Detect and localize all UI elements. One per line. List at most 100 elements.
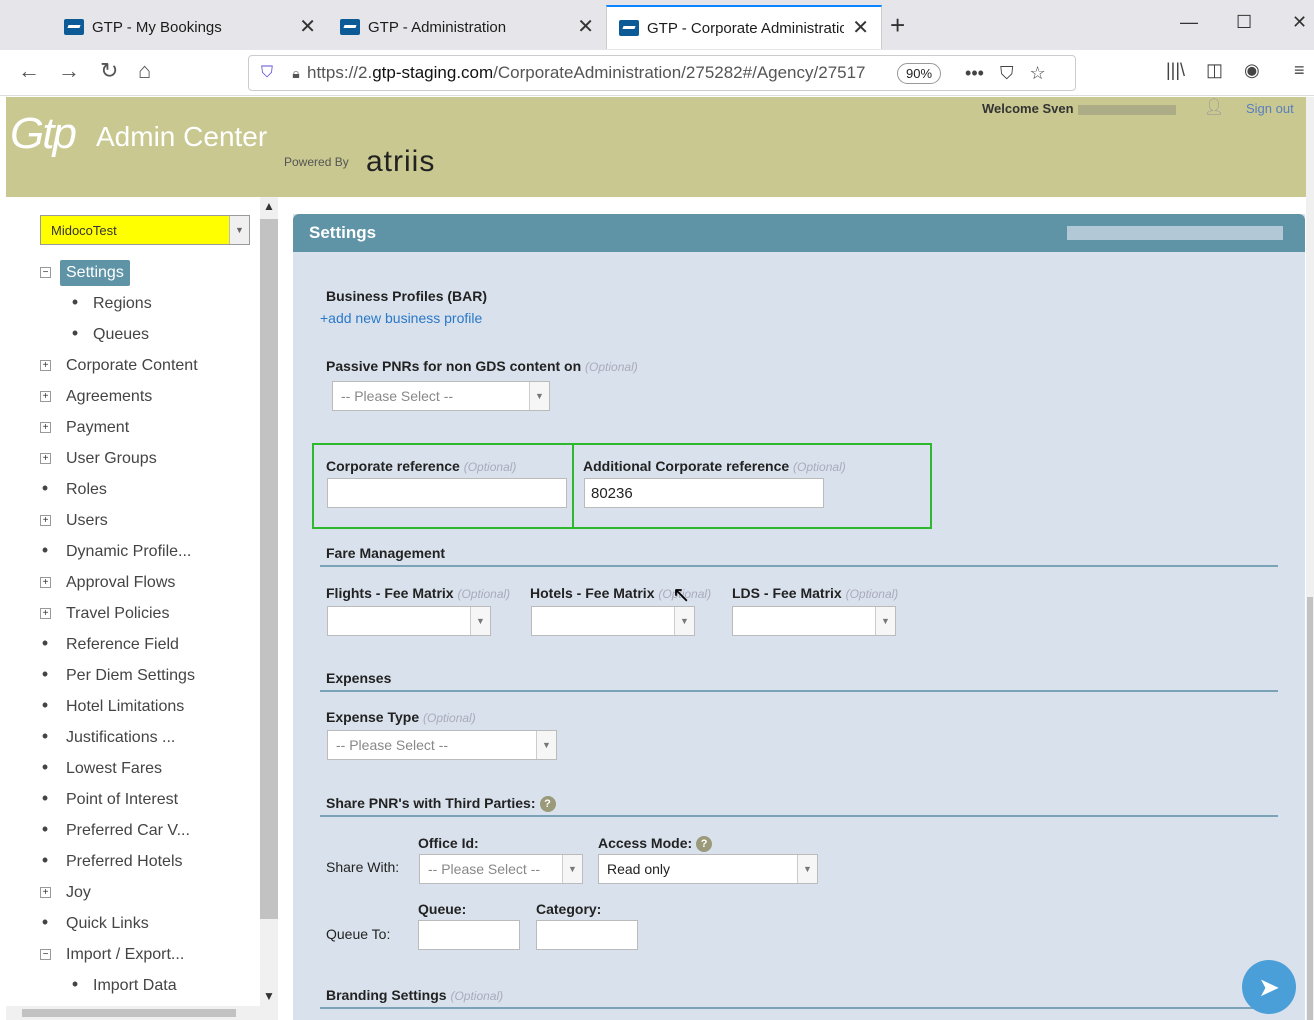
hotels-fee-matrix-select[interactable]: ▼ (531, 606, 695, 636)
expand-icon[interactable]: + (40, 391, 51, 402)
close-tab-icon[interactable]: ✕ (299, 17, 316, 37)
back-icon[interactable]: ← (18, 58, 40, 84)
chevron-down-icon[interactable]: ▼ (674, 607, 694, 635)
sidebar-item[interactable]: + Travel Policies (6, 598, 260, 629)
sidebar-hscrollbar[interactable] (6, 1006, 260, 1020)
client-select[interactable]: MidocoTest ▼ (40, 215, 250, 245)
help-icon[interactable]: ? (539, 796, 556, 813)
sidebar-item[interactable]: • Point of Interest (6, 784, 260, 815)
sidebar-item[interactable]: • Lowest Fares (6, 753, 260, 784)
sidebar-scrollbar[interactable]: ▲ ▼ (260, 197, 278, 1020)
page-scrollbar[interactable] (1306, 97, 1314, 1020)
corporate-reference-input[interactable] (327, 478, 567, 508)
expand-icon[interactable]: + (40, 422, 51, 433)
page-actions-icon[interactable]: ••• (965, 63, 984, 84)
bookmark-star-icon[interactable]: ☆ (1029, 63, 1045, 84)
url-text[interactable]: https://2.gtp-staging.com/CorporateAdmin… (307, 63, 887, 83)
sidebar-item[interactable]: • Regions (6, 288, 260, 319)
sidebar-item[interactable]: − Import / Export... (6, 939, 260, 970)
bullet-icon: • (41, 757, 49, 777)
chevron-down-icon[interactable]: ▼ (797, 855, 817, 883)
bullet-icon: • (41, 850, 49, 870)
sidebar-item[interactable]: + Payment (6, 412, 260, 443)
close-tab-icon[interactable]: ✕ (577, 17, 594, 37)
browser-tab-my-bookings[interactable]: GTP - My Bookings ✕ (52, 5, 328, 49)
scroll-down-icon[interactable]: ▼ (263, 989, 275, 1003)
collapse-icon[interactable]: − (40, 949, 51, 960)
access-mode-select[interactable]: Read only ▼ (598, 854, 818, 884)
close-window-icon[interactable]: ✕ (1292, 12, 1307, 33)
expand-icon[interactable]: + (40, 453, 51, 464)
browser-tab-administration[interactable]: GTP - Administration ✕ (328, 5, 606, 49)
sidebar-item[interactable]: + Agreements (6, 381, 260, 412)
minimize-icon[interactable]: — (1180, 12, 1198, 33)
account-icon[interactable]: ◉ (1244, 60, 1260, 81)
category-input[interactable] (536, 920, 638, 950)
sidebar-item[interactable]: • Per Diem Settings (6, 660, 260, 691)
sidebar-item[interactable]: + User Groups (6, 443, 260, 474)
sidebar-item[interactable]: − Settings (6, 257, 260, 288)
expand-icon[interactable]: + (40, 515, 51, 526)
sidebar-item-label: Settings (60, 259, 130, 286)
queue-input[interactable] (418, 920, 520, 950)
lds-fee-matrix-select[interactable]: ▼ (732, 606, 896, 636)
close-tab-icon[interactable]: ✕ (852, 18, 869, 38)
sidebar-item[interactable]: • Dynamic Profile... (6, 536, 260, 567)
sidebar-item[interactable]: + Approval Flows (6, 567, 260, 598)
sidebar-item-label: Users (66, 511, 108, 529)
hscroll-thumb[interactable] (22, 1009, 236, 1017)
sidebar-item[interactable]: • Preferred Car V... (6, 815, 260, 846)
sidebar-item[interactable]: + Users (6, 505, 260, 536)
chevron-down-icon[interactable]: ▼ (529, 382, 549, 410)
zoom-level[interactable]: 90% (897, 62, 942, 84)
chevron-down-icon[interactable]: ▼ (470, 607, 490, 635)
expand-icon[interactable]: + (40, 608, 51, 619)
sidebar-item[interactable]: • Hotel Limitations (6, 691, 260, 722)
new-tab-icon[interactable]: + (890, 10, 905, 41)
scroll-up-icon[interactable]: ▲ (263, 199, 275, 213)
tracking-shield-icon[interactable]: ⛉ (249, 64, 285, 82)
collapse-icon[interactable]: − (40, 267, 51, 278)
page-scroll-thumb[interactable] (1307, 597, 1313, 1020)
reload-icon[interactable]: ↻ (100, 58, 118, 84)
chevron-down-icon[interactable]: ▼ (536, 731, 556, 759)
forward-icon[interactable]: → (58, 58, 80, 84)
home-icon[interactable]: ⌂ (138, 58, 151, 84)
expand-icon[interactable]: + (40, 577, 51, 588)
pocket-icon[interactable]: ⛉ (1000, 63, 1014, 84)
address-bar[interactable]: ⛉ 🔒︎ https://2.gtp-staging.com/Corporate… (248, 55, 1076, 91)
scroll-thumb[interactable] (260, 219, 278, 919)
sidebar-item[interactable]: • Roles (6, 474, 260, 505)
chevron-down-icon[interactable]: ▼ (562, 855, 582, 883)
menu-icon[interactable]: ≡ (1294, 60, 1305, 81)
help-icon[interactable]: ? (696, 836, 713, 853)
office-id-select[interactable]: -- Please Select -- ▼ (419, 854, 583, 884)
sidebar-item[interactable]: • Quick Links (6, 908, 260, 939)
lock-icon[interactable]: 🔒︎ (285, 65, 307, 82)
add-business-profile-link[interactable]: +add new business profile (320, 310, 482, 326)
additional-corporate-reference-input[interactable]: 80236 (584, 478, 824, 508)
sidebar-item[interactable]: • Queues (6, 319, 260, 350)
chevron-down-icon[interactable]: ▼ (229, 216, 249, 244)
sidebar-item-label: Justifications ... (66, 728, 176, 746)
maximize-icon[interactable]: ☐ (1236, 12, 1252, 33)
user-icon[interactable]: 👤︎ (1204, 97, 1224, 117)
chevron-down-icon[interactable]: ▼ (875, 607, 895, 635)
sidebar-item[interactable]: + Joy (6, 877, 260, 908)
library-icon[interactable]: |||\ (1166, 60, 1185, 81)
sidebar-item[interactable]: • Reference Field (6, 629, 260, 660)
bullet-icon: • (41, 664, 49, 684)
sidebar-item[interactable]: • Import Data (6, 970, 260, 1001)
feedback-icon[interactable]: ➤ (1242, 960, 1296, 1014)
sign-out-link[interactable]: Sign out (1246, 101, 1294, 116)
sidebar-item[interactable]: + Corporate Content (6, 350, 260, 381)
browser-tab-corporate-administration[interactable]: GTP - Corporate Administration ✕ (606, 5, 882, 49)
flights-fee-matrix-select[interactable]: ▼ (327, 606, 491, 636)
expense-type-select[interactable]: -- Please Select -- ▼ (327, 730, 557, 760)
sidebar-item[interactable]: • Justifications ... (6, 722, 260, 753)
expand-icon[interactable]: + (40, 887, 51, 898)
expand-icon[interactable]: + (40, 360, 51, 371)
sidebar-item[interactable]: • Preferred Hotels (6, 846, 260, 877)
sidebar-toggle-icon[interactable]: ◫ (1206, 60, 1223, 81)
passive-pnrs-select[interactable]: -- Please Select -- ▼ (332, 381, 550, 411)
